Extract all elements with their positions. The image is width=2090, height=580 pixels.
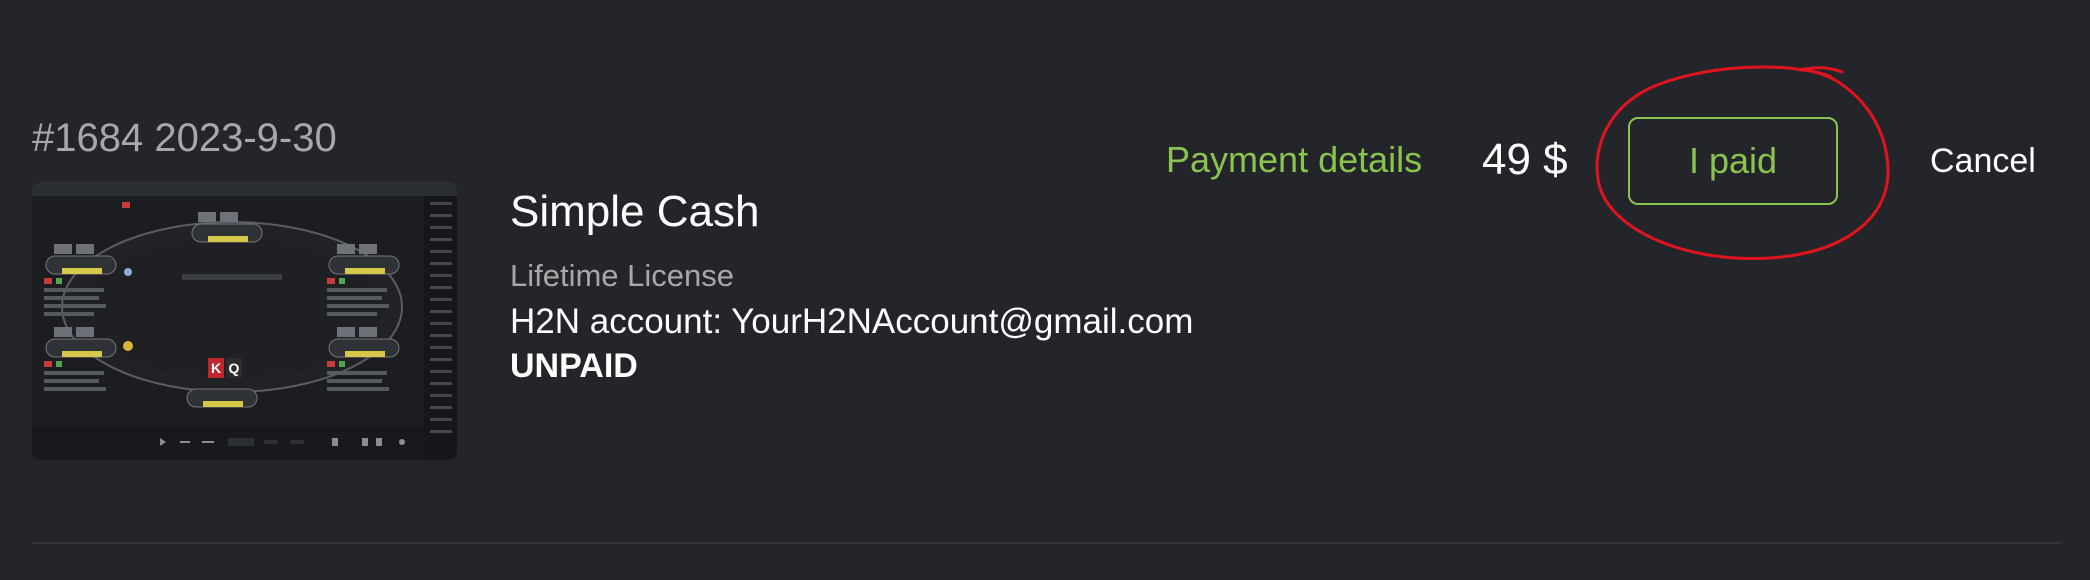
svg-text:Q: Q	[229, 360, 240, 376]
account-info: H2N account: YourH2NAccount@gmail.com	[510, 302, 1194, 341]
product-thumbnail: K Q	[32, 182, 457, 460]
license-type: Lifetime License	[510, 258, 735, 293]
cancel-button[interactable]: Cancel	[1922, 117, 2044, 205]
product-title: Simple Cash	[510, 187, 760, 236]
order-price: 49 $	[1482, 135, 1568, 184]
row-divider	[32, 542, 2060, 544]
payment-status: UNPAID	[510, 347, 638, 385]
order-id-date: #1684 2023-9-30	[32, 116, 337, 160]
svg-text:K: K	[211, 360, 221, 376]
payment-details-link[interactable]: Payment details	[1166, 138, 1422, 182]
i-paid-button[interactable]: I paid	[1628, 117, 1838, 205]
